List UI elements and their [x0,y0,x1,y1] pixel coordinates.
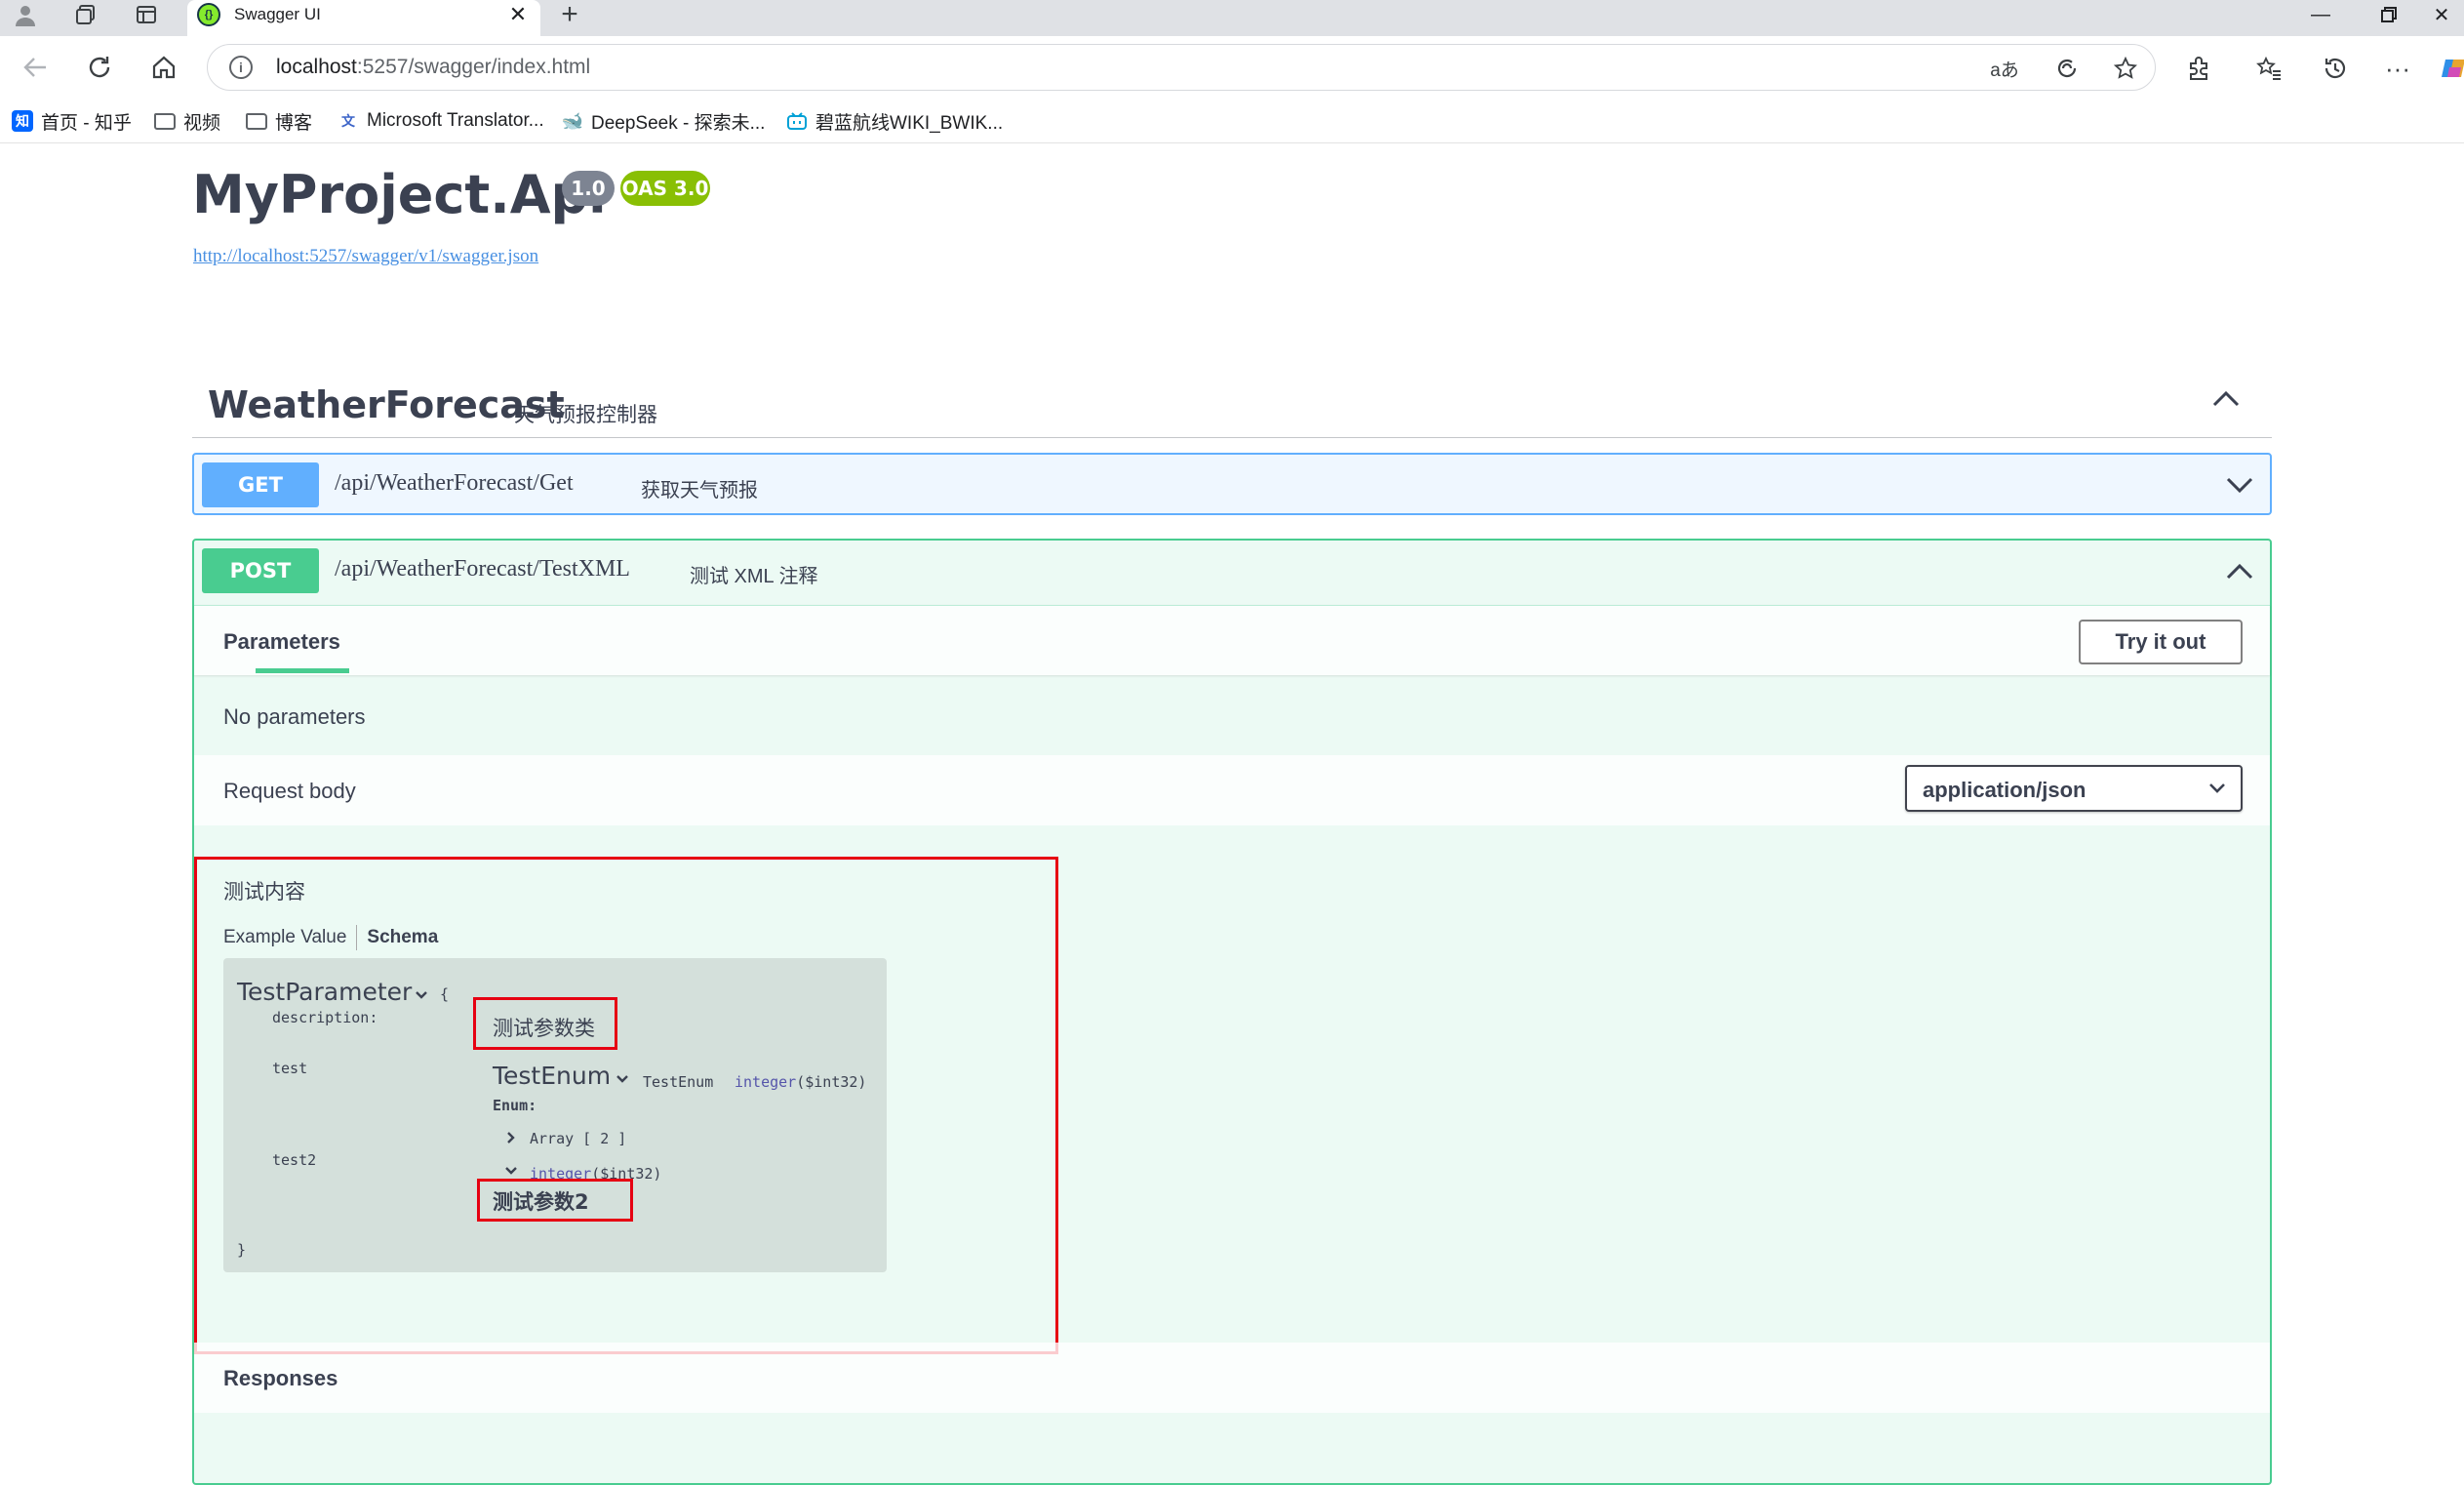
bookmark-bwiki[interactable]: 碧蓝航线WIKI_BWIK... [786,106,1003,136]
property-test-key: test [272,1060,308,1077]
enum-model-name[interactable]: TestEnum [493,1062,611,1090]
no-parameters-text: No parameters [223,704,366,729]
operation-get[interactable]: GET /api/WeatherForecast/Get 获取天气预报 [192,453,2272,515]
operation-path: /api/WeatherForecast/Get [335,470,574,496]
responses-header: Responses [194,1343,2270,1413]
responses-label: Responses [223,1366,338,1390]
copilot-icon[interactable] [2435,49,2464,88]
chevron-down-icon[interactable] [504,1165,518,1177]
method-badge: POST [202,548,319,593]
tag-name: WeatherForecast [208,383,565,426]
enum-array-label[interactable]: Array [ 2 ] [530,1130,626,1147]
bookmark-folder-video[interactable]: 视频 [154,106,220,136]
browser-toolbar: i localhost:5257/swagger/index.html aあ ·… [0,36,2464,99]
bookmark-translator[interactable]: 文 Microsoft Translator... [338,106,544,136]
favorites-icon[interactable] [2249,49,2288,88]
close-brace: } [237,1241,247,1259]
enum-label: Enum: [493,1097,537,1114]
chevron-down-icon[interactable] [415,989,428,1001]
folder-icon [154,112,176,130]
swagger-favicon-icon: {} [197,3,220,26]
tab-example-value[interactable]: Example Value [223,927,346,948]
translator-icon: 文 [341,113,355,129]
extensions-icon[interactable] [2179,49,2218,88]
workspaces-icon[interactable] [68,0,103,29]
swagger-page: MyProject.Api 1.0 OAS 3.0 http://localho… [0,144,2464,1485]
bilibili-icon [786,110,808,132]
active-tab-underline [256,668,349,673]
read-aloud-icon[interactable]: aあ [1989,53,2020,84]
close-tab-icon[interactable]: ✕ [503,0,533,29]
content-type-value: application/json [1923,778,2086,802]
chevron-up-icon[interactable] [2225,560,2254,582]
refresh-icon[interactable] [78,46,121,89]
tab-parameters[interactable]: Parameters [223,629,340,655]
bookmark-deepseek[interactable]: 🐋 DeepSeek - 探索未... [561,106,766,136]
bookmark-label: 首页 - 知乎 [41,112,132,134]
deepseek-icon: 🐋 [561,110,584,131]
operation-post: POST /api/WeatherForecast/TestXML 测试 XML… [192,539,2272,1485]
history-icon[interactable] [2316,49,2355,88]
tab-separator [356,925,358,950]
bookmark-label: 视频 [183,112,221,134]
site-info-icon[interactable]: i [229,56,253,79]
enum-type: integer($int32) [735,1073,867,1091]
folder-icon [246,112,267,130]
operation-summary: 测试 XML 注释 [690,566,818,587]
bookmark-zhihu[interactable]: 知 首页 - 知乎 [12,106,132,136]
favorite-star-icon[interactable] [2110,53,2141,84]
operation-path: /api/WeatherForecast/TestXML [335,556,630,582]
api-title: MyProject.Api [192,164,607,225]
tab-schema[interactable]: Schema [367,927,438,948]
content-type-select[interactable]: application/json [1905,765,2243,812]
operation-summary: 获取天气预报 [641,480,758,502]
model-name[interactable]: TestParameter [237,978,412,1006]
property-description-key: description: [272,1009,378,1026]
bookmarks-bar: 知 首页 - 知乎 视频 博客 文 Microsoft Translator..… [0,99,2464,143]
method-badge: GET [202,462,319,507]
open-brace: { [440,985,450,1003]
schema-model-box: TestParameter { description: 测试参数类 test … [223,958,887,1272]
zhihu-icon: 知 [12,110,33,132]
bookmark-label: 碧蓝航线WIKI_BWIK... [815,112,1004,134]
request-body-label: Request body [223,779,356,803]
request-body-description: 测试内容 [223,881,305,903]
parameters-header: Parameters Try it out [194,605,2270,675]
request-body-header: Request body application/json [194,755,2270,825]
enum-type-name: TestEnum [643,1073,714,1091]
chevron-down-icon[interactable] [616,1073,629,1085]
close-window-icon[interactable]: ✕ [2409,0,2464,29]
bookmark-label: DeepSeek - 探索未... [591,112,766,134]
chevron-right-icon[interactable] [504,1132,518,1144]
chevron-down-icon[interactable] [2225,474,2254,496]
chevron-up-icon[interactable] [2211,387,2241,409]
highlight-annotation-box [473,997,617,1050]
highlight-annotation-box [477,1179,633,1222]
bookmark-label: 博客 [275,112,313,134]
chevron-down-icon [2209,783,2225,793]
swagger-json-link[interactable]: http://localhost:5257/swagger/v1/swagger… [193,246,538,267]
oas-badge: OAS 3.0 [620,171,710,206]
bookmark-label: Microsoft Translator... [367,110,544,131]
back-icon[interactable] [14,46,57,89]
property-test2-key: test2 [272,1151,317,1169]
tag-description: 天气预报控制器 [514,404,657,426]
version-badge: 1.0 [562,171,615,206]
active-tab[interactable]: {} Swagger UI ✕ [187,0,540,36]
home-icon[interactable] [142,46,185,89]
tag-section-header[interactable]: WeatherForecast 天气预报控制器 [192,360,2272,438]
profile-icon[interactable] [8,0,43,29]
address-bar[interactable]: i localhost:5257/swagger/index.html aあ [207,44,2156,91]
url-text: localhost:5257/swagger/index.html [276,56,591,78]
more-menu-icon[interactable]: ··· [2378,49,2417,88]
tab-title: Swagger UI [234,5,321,23]
model-tabs: Example Value Schema [223,925,438,950]
try-it-out-button[interactable]: Try it out [2079,620,2243,664]
bookmark-folder-blog[interactable]: 博客 [246,106,312,136]
vertical-tabs-icon[interactable] [129,0,164,29]
new-tab-icon[interactable]: + [552,0,587,30]
browser-essentials-icon[interactable] [2051,53,2083,84]
browser-tab-bar: {} Swagger UI ✕ + — ✕ [0,0,2464,36]
minimize-icon[interactable]: — [2288,0,2353,29]
